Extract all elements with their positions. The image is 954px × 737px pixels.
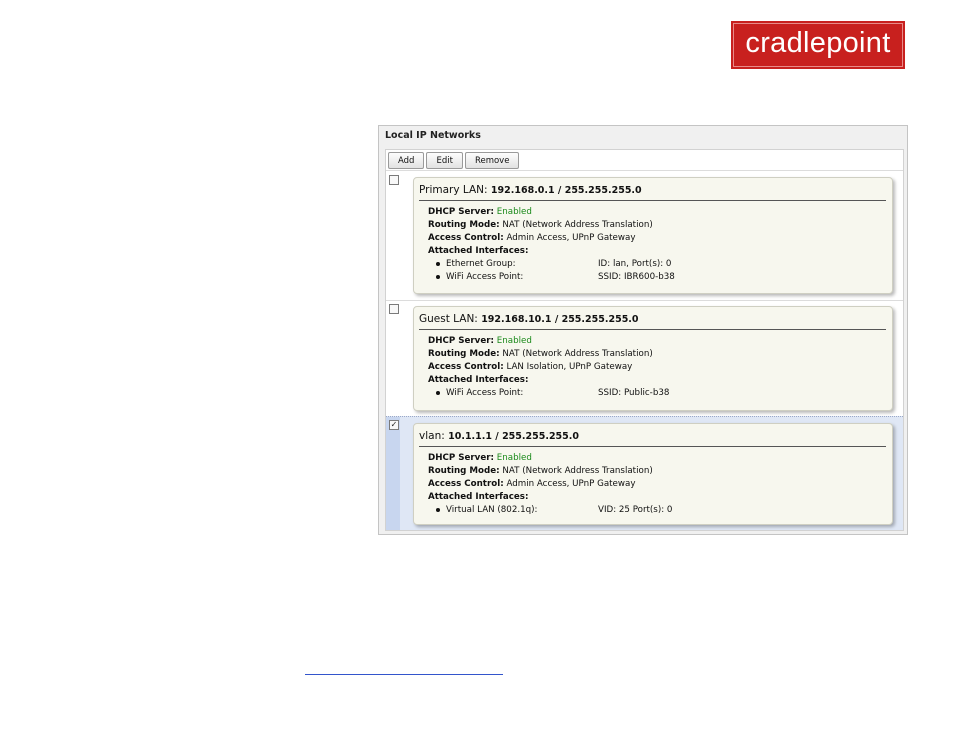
interface-type: WiFi Access Point: xyxy=(446,388,524,398)
routing-line: Routing Mode: NAT (Network Address Trans… xyxy=(428,466,653,476)
bullet-icon xyxy=(436,261,440,266)
interface-item: Virtual LAN (802.1q): VID: 25 Port(s): 0 xyxy=(436,505,672,515)
network-name: vlan: xyxy=(419,430,445,442)
networks-list: Add Edit Remove Primary LAN: 192.168.0.1… xyxy=(385,149,904,531)
routing-label: Routing Mode: xyxy=(428,466,500,476)
routing-value: NAT (Network Address Translation) xyxy=(502,220,653,230)
network-name: Primary LAN: xyxy=(419,184,488,196)
routing-line: Routing Mode: NAT (Network Address Trans… xyxy=(428,220,653,230)
interface-detail: ID: lan, Port(s): 0 xyxy=(598,259,672,269)
dhcp-line: DHCP Server: Enabled xyxy=(428,207,532,217)
dhcp-status: Enabled xyxy=(496,453,532,463)
access-value: LAN Isolation, UPnP Gateway xyxy=(506,362,633,372)
access-line: Access Control: Admin Access, UPnP Gatew… xyxy=(428,479,635,489)
access-label: Access Control: xyxy=(428,362,504,372)
access-value: Admin Access, UPnP Gateway xyxy=(506,233,636,243)
interfaces-label: Attached Interfaces: xyxy=(428,375,529,385)
network-address: 192.168.10.1 / 255.255.255.0 xyxy=(481,314,639,325)
bullet-icon xyxy=(436,390,440,395)
network-row-primary-lan[interactable]: Primary LAN: 192.168.0.1 / 255.255.255.0… xyxy=(386,171,903,298)
access-line: Access Control: Admin Access, UPnP Gatew… xyxy=(428,233,635,243)
interface-item: WiFi Access Point: SSID: Public-b38 xyxy=(436,388,669,398)
network-card: Primary LAN: 192.168.0.1 / 255.255.255.0… xyxy=(413,177,893,294)
edit-button[interactable]: Edit xyxy=(426,152,463,169)
interface-type: WiFi Access Point: xyxy=(446,272,524,282)
selection-strip xyxy=(386,417,400,530)
access-label: Access Control: xyxy=(428,233,504,243)
bullet-icon xyxy=(436,274,440,279)
dhcp-status: Enabled xyxy=(496,207,532,217)
remove-button[interactable]: Remove xyxy=(464,152,520,169)
network-row-guest-lan[interactable]: Guest LAN: 192.168.10.1 / 255.255.255.0 … xyxy=(386,301,903,416)
add-button[interactable]: Add xyxy=(388,152,425,169)
network-header: Guest LAN: 192.168.10.1 / 255.255.255.0 xyxy=(419,313,639,325)
network-header: vlan: 10.1.1.1 / 255.255.255.0 xyxy=(419,430,579,442)
bullet-icon xyxy=(436,507,440,512)
interfaces-label: Attached Interfaces: xyxy=(428,246,529,256)
network-card: Guest LAN: 192.168.10.1 / 255.255.255.0 … xyxy=(413,306,893,411)
access-label: Access Control: xyxy=(428,479,504,489)
hyperlink-underline[interactable] xyxy=(305,674,503,675)
local-ip-networks-panel: Local IP Networks Add Edit Remove Primar… xyxy=(378,125,908,535)
interfaces-heading: Attached Interfaces: xyxy=(428,492,528,502)
access-line: Access Control: LAN Isolation, UPnP Gate… xyxy=(428,362,632,372)
interface-detail: SSID: IBR600-b38 xyxy=(598,272,675,282)
logo-text: cradlepoint xyxy=(745,27,891,59)
toolbar: Add Edit Remove xyxy=(388,152,520,169)
network-address: 10.1.1.1 / 255.255.255.0 xyxy=(448,431,579,442)
routing-value: NAT (Network Address Translation) xyxy=(502,466,653,476)
dhcp-line: DHCP Server: Enabled xyxy=(428,453,532,463)
cradlepoint-logo: cradlepoint xyxy=(731,21,905,69)
interface-item: Ethernet Group: ID: lan, Port(s): 0 xyxy=(436,259,671,269)
dhcp-label: DHCP Server: xyxy=(428,336,494,346)
interface-detail: SSID: Public-b38 xyxy=(598,388,670,398)
header-rule xyxy=(419,446,886,447)
network-address: 192.168.0.1 / 255.255.255.0 xyxy=(490,185,642,196)
interface-type: Ethernet Group: xyxy=(446,259,516,269)
dhcp-status: Enabled xyxy=(496,336,532,346)
interfaces-heading: Attached Interfaces: xyxy=(428,375,528,385)
network-card: vlan: 10.1.1.1 / 255.255.255.0 DHCP Serv… xyxy=(413,423,893,525)
interface-detail: VID: 25 Port(s): 0 xyxy=(598,505,673,515)
panel-title: Local IP Networks xyxy=(385,130,481,141)
network-name: Guest LAN: xyxy=(419,313,478,325)
network-row-vlan[interactable]: ✓ vlan: 10.1.1.1 / 255.255.255.0 DHCP Se… xyxy=(386,416,903,530)
routing-line: Routing Mode: NAT (Network Address Trans… xyxy=(428,349,653,359)
interfaces-heading: Attached Interfaces: xyxy=(428,246,528,256)
routing-label: Routing Mode: xyxy=(428,349,500,359)
row-checkbox[interactable] xyxy=(389,175,399,185)
interfaces-label: Attached Interfaces: xyxy=(428,492,529,502)
interface-type: Virtual LAN (802.1q): xyxy=(446,505,538,515)
row-checkbox[interactable] xyxy=(389,304,399,314)
routing-label: Routing Mode: xyxy=(428,220,500,230)
dhcp-label: DHCP Server: xyxy=(428,207,494,217)
network-header: Primary LAN: 192.168.0.1 / 255.255.255.0 xyxy=(419,184,642,196)
row-checkbox-checked[interactable]: ✓ xyxy=(389,420,399,430)
routing-value: NAT (Network Address Translation) xyxy=(502,349,653,359)
dhcp-label: DHCP Server: xyxy=(428,453,494,463)
access-value: Admin Access, UPnP Gateway xyxy=(506,479,636,489)
header-rule xyxy=(419,329,886,330)
header-rule xyxy=(419,200,886,201)
dhcp-line: DHCP Server: Enabled xyxy=(428,336,532,346)
interface-item: WiFi Access Point: SSID: IBR600-b38 xyxy=(436,272,675,282)
